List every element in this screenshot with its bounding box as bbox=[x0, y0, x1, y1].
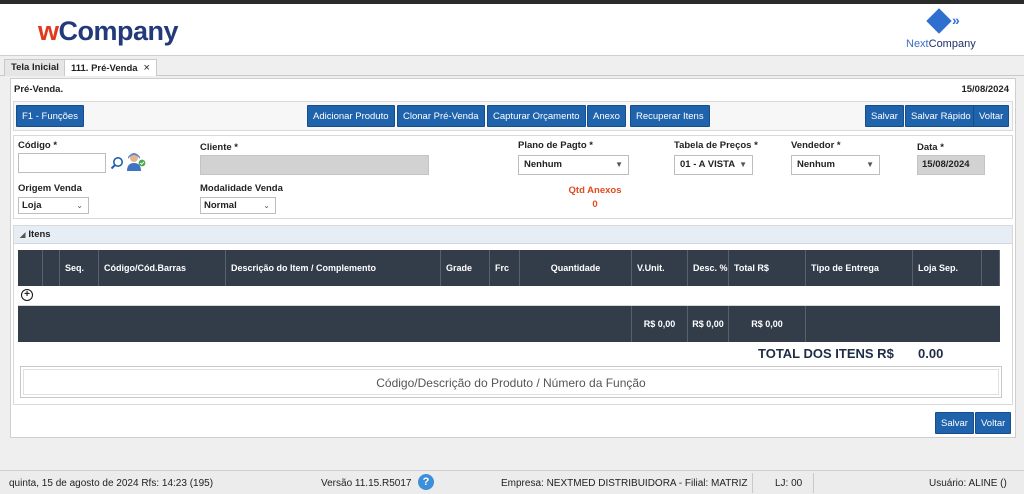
tab-pre-venda[interactable]: 111. Pré-Venda × bbox=[64, 59, 157, 76]
col-header-vunit[interactable]: V.Unit. bbox=[632, 250, 688, 286]
recuperar-itens-button[interactable]: Recuperar Itens bbox=[630, 105, 710, 127]
adicionar-produto-button[interactable]: Adicionar Produto bbox=[307, 105, 395, 127]
col-header-descricao[interactable]: Descrição do Item / Complemento bbox=[226, 250, 441, 286]
page-date: 15/08/2024 bbox=[961, 84, 1009, 95]
page-title: Pré-Venda. bbox=[14, 84, 64, 95]
col-header-frc[interactable]: Frc bbox=[490, 250, 520, 286]
modalidade-venda-label: Modalidade Venda bbox=[200, 183, 283, 194]
product-search-input[interactable]: Código/Descrição do Produto / Número da … bbox=[23, 369, 999, 395]
anexo-button[interactable]: Anexo bbox=[587, 105, 626, 127]
toolbar: F1 - Funções Adicionar Produto Clonar Pr… bbox=[13, 101, 1013, 131]
status-empresa: Empresa: NEXTMED DISTRIBUIDORA - Filial:… bbox=[501, 478, 748, 489]
app-header: wCompany » NextCompany bbox=[0, 4, 1024, 56]
nextcompany-diamond-icon bbox=[926, 8, 952, 34]
chevron-down-icon: ⌄ bbox=[263, 201, 270, 210]
itens-section-header[interactable]: ◢ Itens bbox=[14, 226, 1012, 244]
status-bar: quinta, 15 de agosto de 2024 Rfs: 14:23 … bbox=[0, 470, 1024, 494]
footer-total: R$ 0,00 bbox=[729, 306, 806, 342]
plano-pagto-label: Plano de Pagto * bbox=[518, 140, 593, 151]
chevron-right-icon: » bbox=[952, 12, 960, 28]
qtd-anexos-label: Qtd Anexos bbox=[568, 185, 622, 196]
status-usuario: Usuário: ALINE () bbox=[929, 478, 1007, 489]
chevron-down-icon: ▼ bbox=[615, 160, 623, 169]
origem-venda-select[interactable]: Loja ⌄ bbox=[18, 197, 89, 214]
chevron-down-icon: ⌄ bbox=[76, 201, 83, 210]
col-header-total[interactable]: Total R$ bbox=[729, 250, 806, 286]
total-row: TOTAL DOS ITENS R$ 0.00 bbox=[18, 342, 1000, 364]
codigo-input[interactable] bbox=[18, 153, 106, 173]
col-header-quantidade[interactable]: Quantidade bbox=[520, 250, 632, 286]
footer-vunit: R$ 0,00 bbox=[632, 306, 688, 342]
bottom-voltar-button[interactable]: Voltar bbox=[975, 412, 1012, 434]
collapse-triangle-icon[interactable]: ◢ bbox=[20, 232, 25, 239]
product-search-box: Código/Descrição do Produto / Número da … bbox=[20, 366, 1002, 398]
col-header-flag bbox=[43, 250, 60, 286]
funcoes-button[interactable]: F1 - Funções bbox=[16, 105, 84, 127]
cliente-input[interactable] bbox=[200, 155, 429, 175]
itens-section: ◢ Itens Seq. Código/Cód.Barras Descrição … bbox=[13, 225, 1013, 405]
clonar-pre-venda-button[interactable]: Clonar Pré-Venda bbox=[397, 105, 485, 127]
origem-venda-label: Origem Venda bbox=[18, 183, 82, 194]
vendedor-select[interactable]: Nenhum ▼ bbox=[791, 155, 880, 175]
chevron-down-icon: ▼ bbox=[739, 160, 747, 169]
col-header-loja-sep[interactable]: Loja Sep. bbox=[913, 250, 982, 286]
customer-icon[interactable] bbox=[126, 152, 146, 172]
capturar-orcamento-button[interactable]: Capturar Orçamento bbox=[487, 105, 586, 127]
tabela-precos-label: Tabela de Preços * bbox=[674, 140, 758, 151]
vendedor-label: Vendedor * bbox=[791, 140, 841, 151]
search-icon[interactable] bbox=[110, 156, 124, 170]
data-input: 15/08/2024 bbox=[917, 155, 985, 175]
chevron-down-icon: ▼ bbox=[866, 160, 874, 169]
data-label: Data * bbox=[917, 142, 944, 153]
col-header-tipo-entrega[interactable]: Tipo de Entrega bbox=[806, 250, 913, 286]
col-header-codigo[interactable]: Código/Cód.Barras bbox=[99, 250, 226, 286]
bottom-salvar-button[interactable]: Salvar bbox=[935, 412, 974, 434]
salvar-rapido-button[interactable]: Salvar Rápido bbox=[905, 105, 977, 127]
total-value: 0.00 bbox=[918, 346, 944, 361]
header-form: Código * Cliente * Plano de Pagto * Nenh… bbox=[13, 135, 1013, 219]
col-header-desc[interactable]: Desc. % bbox=[688, 250, 729, 286]
qtd-anexos-value: 0 bbox=[592, 199, 598, 210]
add-item-icon[interactable]: + bbox=[21, 289, 33, 301]
col-header-grade[interactable]: Grade bbox=[441, 250, 490, 286]
col-header-seq[interactable]: Seq. bbox=[60, 250, 99, 286]
status-version: Versão 11.15.R5017 bbox=[321, 478, 412, 489]
add-item-row: + bbox=[18, 286, 1000, 306]
codigo-label: Código * bbox=[18, 140, 58, 151]
voltar-button[interactable]: Voltar bbox=[973, 105, 1010, 127]
help-icon[interactable]: ? bbox=[418, 474, 434, 490]
col-header-extra bbox=[982, 250, 1000, 286]
tabela-precos-select[interactable]: 01 - A VISTA ▼ bbox=[674, 155, 753, 175]
tab-bar: Tela Inicial 111. Pré-Venda × bbox=[0, 57, 1024, 76]
nextcompany-logo: » NextCompany bbox=[896, 8, 996, 54]
salvar-button[interactable]: Salvar bbox=[865, 105, 904, 127]
cliente-label: Cliente * bbox=[200, 142, 239, 153]
grid-footer: R$ 0,00 R$ 0,00 R$ 0,00 bbox=[18, 306, 1000, 342]
modalidade-venda-select[interactable]: Normal ⌄ bbox=[200, 197, 276, 214]
total-label: TOTAL DOS ITENS R$ bbox=[758, 346, 894, 361]
tab-tela-inicial[interactable]: Tela Inicial bbox=[4, 59, 66, 76]
grid-header: Seq. Código/Cód.Barras Descrição do Item… bbox=[18, 250, 1000, 286]
footer-desc: R$ 0,00 bbox=[688, 306, 729, 342]
status-date-rfs: quinta, 15 de agosto de 2024 Rfs: 14:23 … bbox=[9, 478, 214, 489]
status-lj: LJ: 00 bbox=[775, 478, 803, 489]
pre-venda-panel: Pré-Venda. 15/08/2024 F1 - Funções Adici… bbox=[10, 78, 1016, 438]
wcompany-logo: wCompany bbox=[38, 16, 179, 46]
col-header-select bbox=[18, 250, 43, 286]
plano-pagto-select[interactable]: Nenhum ▼ bbox=[518, 155, 629, 175]
close-icon[interactable]: × bbox=[144, 62, 150, 74]
